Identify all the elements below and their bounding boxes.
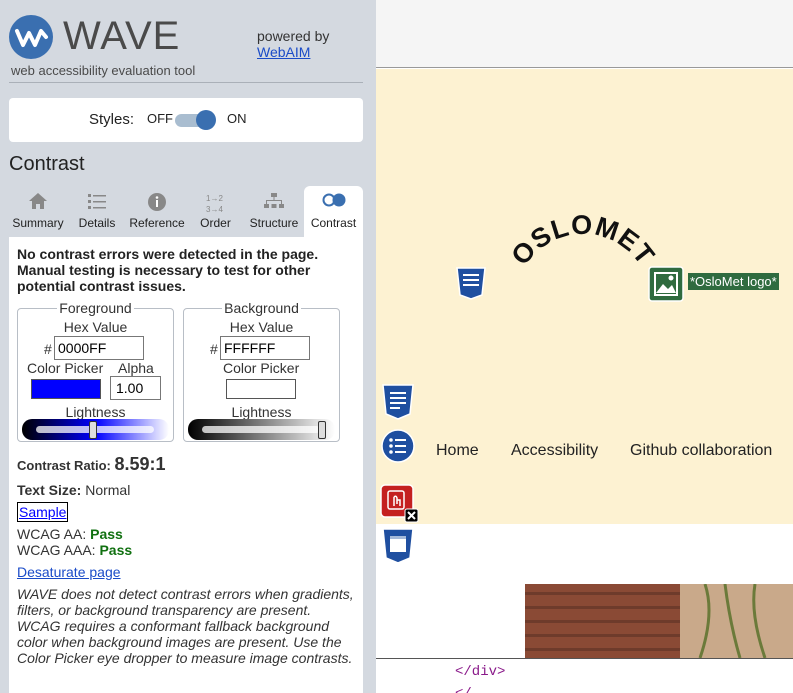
alt-text-label: *OsloMet logo* [688,273,779,290]
tab-label: Reference [129,216,185,230]
hero-photo [525,583,793,659]
error-device-dependent-handler-icon[interactable] [380,484,419,523]
foreground-lightness-slider[interactable] [22,419,169,440]
background-color-picker-label: Color Picker [223,360,300,376]
nav-github-collaboration[interactable]: Github collaboration [630,442,772,460]
oslomet-logo-text: OSLOMET [505,210,659,271]
page-preview: OSLOMET *OsloMet logo* Home Accessibilit… [376,0,793,693]
home-icon [9,186,67,216]
toggle-knob [196,110,216,130]
wcag-aaa-result: WCAG AAA: Pass [17,542,132,558]
text-size-label: Text Size: [17,482,82,498]
foreground-fieldset: Foreground Hex Value # Color Picker Alph… [17,300,174,442]
webaim-link[interactable]: WebAIM [257,44,310,60]
hash-symbol: # [210,341,218,357]
text-size-value: Normal [85,482,131,498]
tab-label: Contrast [310,216,357,230]
background-hex-input[interactable] [220,336,310,360]
source-code-panel: </div> </ [376,658,793,693]
tab-reference[interactable]: Reference [127,186,187,237]
structure-icon [244,186,304,216]
alpha-input[interactable] [110,376,161,400]
foreground-color-picker-label: Color Picker [27,360,104,376]
hash-symbol: # [44,341,52,357]
foreground-hex-input[interactable] [54,336,144,360]
slider-thumb[interactable] [89,421,97,439]
background-legend: Background [222,300,301,316]
tab-label: Structure [249,216,299,230]
html5-structure-icon[interactable] [380,527,416,564]
background-color-swatch[interactable] [226,379,296,399]
contrast-ratio-value: 8.59:1 [114,454,166,474]
styles-label: Styles: [89,111,135,128]
screen: WAVE web accessibility evaluation tool p… [0,0,793,693]
wcag-aa-label: WCAG AA: [17,526,87,542]
html5-structure-icon[interactable] [453,265,489,301]
background-lightness-slider[interactable] [188,419,335,440]
wave-sidebar: WAVE web accessibility evaluation tool p… [0,0,376,693]
info-icon [127,186,187,216]
background-lightness-label: Lightness [231,404,292,420]
slider-thumb[interactable] [318,421,326,439]
wcag-aaa-label: WCAG AAA: [17,542,96,558]
contrast-ratio: Contrast Ratio: 8.59:1 [17,454,166,475]
nav-accessibility[interactable]: Accessibility [511,442,598,460]
styles-toggle[interactable] [175,109,219,131]
svg-text:1→2: 1→2 [206,194,223,203]
foreground-legend: Foreground [57,300,134,316]
wcag-aa-value: Pass [90,526,123,542]
styles-off-label: OFF [147,111,173,126]
panel-title: Contrast [9,153,85,175]
foreground-hex-label: Hex Value [63,319,128,335]
contrast-ratio-label: Contrast Ratio: [17,458,111,473]
styles-on-label: ON [227,111,247,126]
sample-text: Sample [17,502,69,522]
tab-label: Summary [12,216,64,230]
html5-structure-icon[interactable] [380,383,416,420]
nav-home[interactable]: Home [436,442,479,460]
styles-toggle-box: Styles: OFF ON [9,98,363,142]
tab-summary[interactable]: Summary [9,186,67,237]
tab-contrast[interactable]: Contrast [304,186,363,237]
tab-label: Details [78,216,116,230]
wave-tagline: web accessibility evaluation tool [11,63,196,78]
tab-structure[interactable]: Structure [244,186,304,237]
page-top-bar [376,0,793,68]
contrast-message: No contrast errors were detected in the … [17,246,319,294]
powered-by-text: powered by [257,28,330,44]
tab-label: Order [200,216,231,230]
alpha-label: Alpha [118,360,154,376]
foreground-lightness-label: Lightness [65,404,126,420]
contrast-panel: Summary Details Reference 1→2 3→4 Order … [9,186,363,693]
slider-track [202,426,320,433]
oslomet-logo: OSLOMET [505,210,660,271]
tab-details[interactable]: Details [67,186,127,237]
order-icon: 1→2 3→4 [187,186,244,216]
contrast-content: No contrast errors were detected in the … [17,246,357,294]
contrast-icon [304,186,363,216]
foreground-color-swatch[interactable] [31,379,101,399]
svg-text:OSLOMET: OSLOMET [505,210,660,271]
alt-text-image-icon[interactable] [648,266,684,302]
tab-order[interactable]: 1→2 3→4 Order [187,186,244,237]
wcag-aaa-value: Pass [99,542,133,558]
code-line: </ [455,686,472,693]
wave-logo-text: WAVE [63,14,181,58]
background-hex-label: Hex Value [229,319,294,335]
desaturate-page-link[interactable]: Desaturate page [17,564,121,580]
header-divider [9,82,363,83]
wave-logo-icon [9,15,53,59]
code-line: </div> [455,664,506,680]
contrast-note: WAVE does not detect contrast errors whe… [17,586,354,666]
background-fieldset: Background Hex Value # Color Picker Ligh… [183,300,340,442]
list-icon [67,186,127,216]
wcag-aa-result: WCAG AA: Pass [17,526,123,542]
text-size: Text Size: Normal [17,482,130,498]
navigation-list-icon[interactable] [380,428,416,464]
tab-bar: Summary Details Reference 1→2 3→4 Order … [9,186,363,237]
svg-text:3→4: 3→4 [206,205,223,214]
